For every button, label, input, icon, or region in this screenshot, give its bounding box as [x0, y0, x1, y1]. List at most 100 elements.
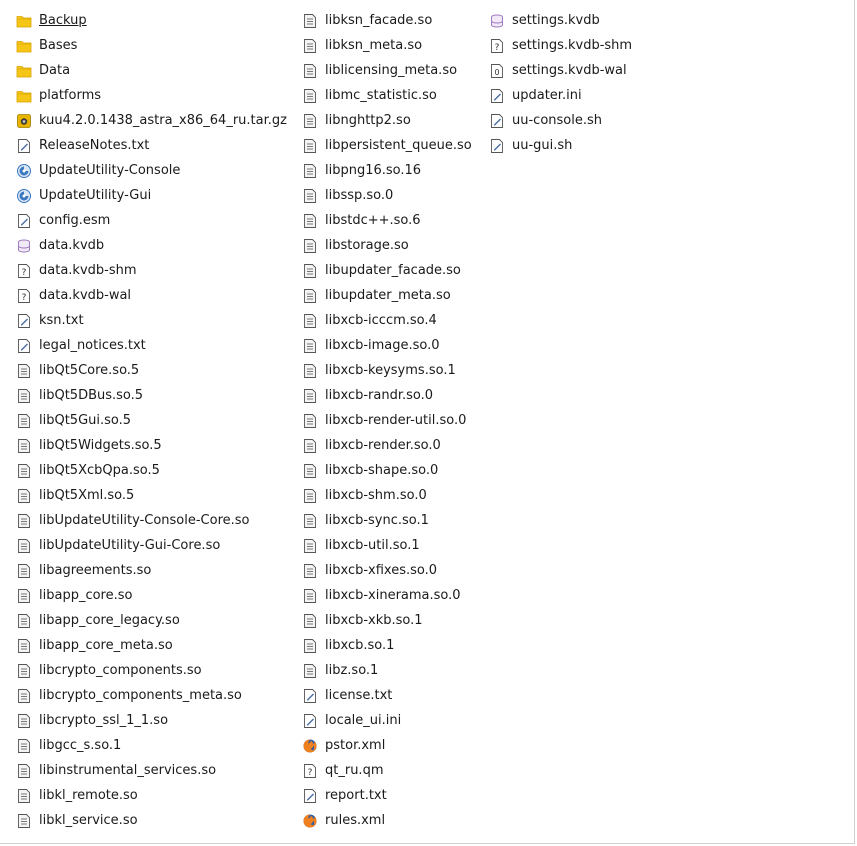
file-item[interactable]: libxcb-shm.so.0 [302, 483, 472, 508]
file-item[interactable]: libxcb-xfixes.so.0 [302, 558, 472, 583]
library-icon [302, 13, 318, 29]
file-item[interactable]: platforms [16, 83, 287, 108]
file-item[interactable]: libnghttp2.so [302, 108, 472, 133]
file-item[interactable]: libQt5Core.so.5 [16, 358, 287, 383]
svg-text:?: ? [308, 768, 313, 778]
file-item[interactable]: liblicensing_meta.so [302, 58, 472, 83]
svg-text:?: ? [22, 293, 27, 303]
file-item[interactable]: libxcb-icccm.so.4 [302, 308, 472, 333]
file-name-label: license.txt [325, 687, 393, 703]
file-item[interactable]: updater.ini [489, 83, 632, 108]
file-item[interactable]: libapp_core.so [16, 583, 287, 608]
file-item[interactable]: config.esm [16, 208, 287, 233]
file-item[interactable]: rules.xml [302, 808, 472, 833]
file-item[interactable]: 0 settings.kvdb-wal [489, 58, 632, 83]
file-name-label: libUpdateUtility-Console-Core.so [39, 512, 250, 528]
file-item[interactable]: ? data.kvdb-wal [16, 283, 287, 308]
library-icon [302, 563, 318, 579]
file-item[interactable]: libkl_remote.so [16, 783, 287, 808]
file-name-label: report.txt [325, 787, 387, 803]
file-item[interactable]: report.txt [302, 783, 472, 808]
file-item[interactable]: libxcb-randr.so.0 [302, 383, 472, 408]
library-icon [16, 638, 32, 654]
file-name-label: platforms [39, 87, 102, 103]
file-item[interactable]: libQt5Xml.so.5 [16, 483, 287, 508]
file-item[interactable]: libmc_statistic.so [302, 83, 472, 108]
file-item[interactable]: libUpdateUtility-Console-Core.so [16, 508, 287, 533]
library-icon [302, 238, 318, 254]
file-item[interactable]: libkl_service.so [16, 808, 287, 833]
file-item[interactable]: libinstrumental_services.so [16, 758, 287, 783]
file-item[interactable]: libz.so.1 [302, 658, 472, 683]
file-item[interactable]: libQt5Widgets.so.5 [16, 433, 287, 458]
file-item[interactable]: UpdateUtility-Gui [16, 183, 287, 208]
file-item[interactable]: libxcb-render-util.so.0 [302, 408, 472, 433]
file-item[interactable]: libpersistent_queue.so [302, 133, 472, 158]
file-item[interactable]: libapp_core_legacy.so [16, 608, 287, 633]
file-item[interactable]: libapp_core_meta.so [16, 633, 287, 658]
file-item[interactable]: libxcb-sync.so.1 [302, 508, 472, 533]
file-item[interactable]: uu-gui.sh [489, 133, 632, 158]
file-item[interactable]: libxcb.so.1 [302, 633, 472, 658]
file-item[interactable]: ReleaseNotes.txt [16, 133, 287, 158]
file-item[interactable]: libssp.so.0 [302, 183, 472, 208]
file-item[interactable]: ? settings.kvdb-shm [489, 33, 632, 58]
file-item[interactable]: libxcb-util.so.1 [302, 533, 472, 558]
file-item[interactable]: libxcb-image.so.0 [302, 333, 472, 358]
file-item[interactable]: libQt5XcbQpa.so.5 [16, 458, 287, 483]
file-item[interactable]: libxcb-keysyms.so.1 [302, 358, 472, 383]
file-name-label: uu-console.sh [512, 112, 602, 128]
library-icon [302, 463, 318, 479]
file-name-label: Bases [39, 37, 78, 53]
library-icon [302, 313, 318, 329]
file-item[interactable]: legal_notices.txt [16, 333, 287, 358]
file-item[interactable]: libxcb-xkb.so.1 [302, 608, 472, 633]
file-name-label: rules.xml [325, 812, 386, 828]
library-icon [302, 63, 318, 79]
library-icon [302, 438, 318, 454]
file-item[interactable]: ? data.kvdb-shm [16, 258, 287, 283]
file-item[interactable]: libQt5DBus.so.5 [16, 383, 287, 408]
file-item[interactable]: uu-console.sh [489, 108, 632, 133]
file-name-label: libcrypto_components_meta.so [39, 687, 242, 703]
file-item[interactable]: pstor.xml [302, 733, 472, 758]
file-item[interactable]: libagreements.so [16, 558, 287, 583]
library-icon [16, 613, 32, 629]
file-item[interactable]: libupdater_facade.so [302, 258, 472, 283]
file-name-label: libapp_core_meta.so [39, 637, 173, 653]
file-item[interactable]: UpdateUtility-Console [16, 158, 287, 183]
file-item[interactable]: locale_ui.ini [302, 708, 472, 733]
file-item[interactable]: libstdc++.so.6 [302, 208, 472, 233]
file-item[interactable]: ksn.txt [16, 308, 287, 333]
file-name-label: libksn_facade.so [325, 12, 433, 28]
file-item[interactable]: Bases [16, 33, 287, 58]
file-item[interactable]: libxcb-xinerama.so.0 [302, 583, 472, 608]
file-item[interactable]: settings.kvdb [489, 8, 632, 33]
library-icon [302, 413, 318, 429]
file-name-label: libkl_remote.so [39, 787, 138, 803]
file-item[interactable]: libxcb-shape.so.0 [302, 458, 472, 483]
file-item[interactable]: kuu4.2.0.1438_astra_x86_64_ru.tar.gz [16, 108, 287, 133]
file-item[interactable]: libcrypto_components.so [16, 658, 287, 683]
file-item[interactable]: libpng16.so.16 [302, 158, 472, 183]
file-item[interactable]: license.txt [302, 683, 472, 708]
file-item[interactable]: Backup [16, 8, 287, 33]
file-name-label: libstdc++.so.6 [325, 212, 421, 228]
file-item[interactable]: libUpdateUtility-Gui-Core.so [16, 533, 287, 558]
file-item[interactable]: data.kvdb [16, 233, 287, 258]
file-item[interactable]: libcrypto_ssl_1_1.so [16, 708, 287, 733]
file-item[interactable]: libupdater_meta.so [302, 283, 472, 308]
file-item[interactable]: libksn_facade.so [302, 8, 472, 33]
file-item[interactable]: ? qt_ru.qm [302, 758, 472, 783]
file-item[interactable]: Data [16, 58, 287, 83]
file-item[interactable]: libgcc_s.so.1 [16, 733, 287, 758]
file-item[interactable]: libQt5Gui.so.5 [16, 408, 287, 433]
file-item[interactable]: libstorage.so [302, 233, 472, 258]
file-name-label: updater.ini [512, 87, 582, 103]
file-item[interactable]: libksn_meta.so [302, 33, 472, 58]
file-name-label: Data [39, 62, 71, 78]
file-name-label: settings.kvdb-wal [512, 62, 627, 78]
file-name-label: Backup [39, 12, 87, 28]
file-item[interactable]: libcrypto_components_meta.so [16, 683, 287, 708]
file-item[interactable]: libxcb-render.so.0 [302, 433, 472, 458]
